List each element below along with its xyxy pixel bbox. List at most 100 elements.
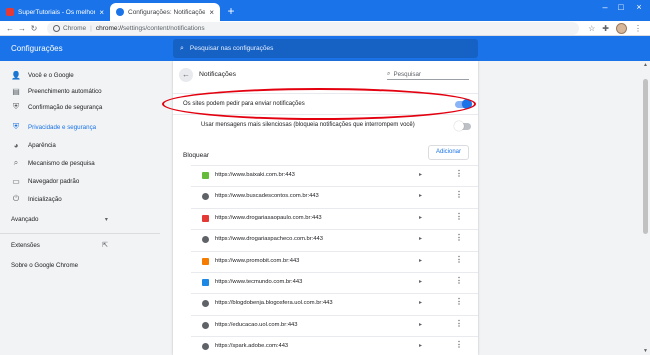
chevron-down-icon: ▾ (104, 216, 108, 223)
blocked-site-row[interactable]: https://www.buscadescontos.com.br:443 ▸ ⋮ (173, 186, 478, 207)
close-window-button[interactable]: × (632, 2, 646, 12)
sidebar-item-preenchimento[interactable]: ▤ Preenchimento automático (0, 83, 160, 99)
tab-configuracoes[interactable]: Configurações: Notificações × (110, 3, 220, 21)
sidebar-item-label: Confirmação de segurança (28, 103, 103, 111)
globe-icon (202, 193, 209, 201)
chevron-right-icon[interactable]: ▸ (419, 299, 422, 306)
extensions-puzzle-icon[interactable]: ✚ (602, 24, 609, 33)
sidebar-item-label: Navegador padrão (28, 177, 80, 185)
sidebar-item-label: Privacidade e segurança (28, 123, 97, 131)
more-actions-icon[interactable]: ⋮ (455, 255, 463, 265)
notifications-search-input[interactable]: ⌕ Pesquisar (387, 69, 469, 80)
more-actions-icon[interactable]: ⋮ (455, 190, 463, 200)
scrollbar-thumb[interactable] (643, 79, 648, 234)
quiet-messaging-toggle[interactable] (454, 121, 471, 131)
site-url: https://www.drogariaspacheco.com.br:443 (215, 236, 323, 243)
scrollbar[interactable]: ▲ ▼ (641, 61, 650, 355)
promobit-icon (202, 257, 209, 265)
sidebar-item-label: Inicialização (28, 195, 62, 203)
baixaki-icon (202, 172, 209, 179)
blocked-site-row[interactable]: https://spark.adobe.com:443 ▸ ⋮ (173, 336, 478, 355)
chevron-right-icon[interactable]: ▸ (419, 278, 422, 285)
search-placeholder: Pesquisar (393, 70, 421, 78)
more-actions-icon[interactable]: ⋮ (455, 319, 463, 329)
minimize-button[interactable]: – (598, 2, 612, 12)
url-path: settings/content/notifications (122, 25, 205, 32)
more-actions-icon[interactable]: ⋮ (455, 340, 463, 350)
notifications-card: ← Notificações ⌕ Pesquisar Os sites pode… (173, 61, 478, 355)
close-tab-icon[interactable]: × (99, 8, 104, 17)
section-title: Notificações (199, 71, 237, 78)
scroll-up-icon[interactable]: ▲ (642, 62, 649, 68)
sidebar-item-navegador-padrao[interactable]: ▭ Navegador padrão (0, 173, 160, 189)
forward-button[interactable]: → (16, 24, 28, 33)
back-arrow-button[interactable]: ← (179, 68, 193, 82)
profile-avatar[interactable] (616, 23, 627, 34)
blocked-site-row[interactable]: https://educacao.uol.com.br:443 ▸ ⋮ (173, 314, 478, 336)
globe-icon (202, 343, 209, 351)
chevron-right-icon[interactable]: ▸ (419, 192, 422, 199)
address-bar[interactable]: Chrome | chrome://settings/content/notif… (47, 22, 579, 35)
more-actions-icon[interactable]: ⋮ (455, 276, 463, 286)
more-actions-icon[interactable]: ⋮ (455, 297, 463, 307)
ask-to-send-row[interactable]: Os sites podem pedir para enviar notific… (173, 93, 478, 113)
site-url: https://spark.adobe.com:443 (215, 343, 289, 350)
title-bar: SuperTutoriais - Os melhores tuto × Conf… (0, 0, 650, 21)
add-button[interactable]: Adicionar (428, 145, 469, 160)
globe-icon (202, 321, 209, 329)
sidebar-item-aparencia[interactable]: ◕ Aparência (0, 137, 160, 153)
globe-icon (202, 236, 209, 244)
chevron-right-icon[interactable]: ▸ (419, 321, 422, 328)
close-tab-icon[interactable]: × (209, 8, 214, 17)
more-actions-icon[interactable]: ⋮ (455, 212, 463, 222)
more-actions-icon[interactable]: ⋮ (455, 169, 463, 179)
tab-supertutoriais[interactable]: SuperTutoriais - Os melhores tuto × (0, 3, 110, 21)
blocked-site-row[interactable]: https://blogdobenja.blogosfera.uol.com.b… (173, 293, 478, 314)
search-icon: ⌕ (180, 44, 184, 52)
ask-to-send-toggle[interactable] (455, 99, 472, 109)
chevron-right-icon[interactable]: ▸ (419, 171, 422, 178)
blocked-site-row[interactable]: https://www.baixaki.com.br:443 ▸ ⋮ (173, 165, 478, 186)
power-icon: ⏻ (12, 194, 20, 203)
sidebar-item-mecanismo-pesquisa[interactable]: ⌕ Mecanismo de pesquisa (0, 155, 160, 171)
chevron-right-icon[interactable]: ▸ (419, 214, 422, 221)
quiet-messaging-row[interactable]: Usar mensagens mais silenciosas (bloquei… (173, 114, 478, 134)
sidebar-sobre-chrome[interactable]: Sobre o Google Chrome (11, 262, 78, 269)
sidebar: 👤 Você e o Google ▤ Preenchimento automá… (0, 61, 160, 355)
sidebar-item-privacidade[interactable]: ⛨ Privacidade e segurança (0, 119, 160, 135)
sidebar-item-voce-e-o-google[interactable]: 👤 Você e o Google (0, 67, 160, 83)
sidebar-divider (0, 233, 160, 234)
search-icon: ⌕ (13, 158, 19, 167)
menu-icon[interactable]: ⋮ (634, 24, 642, 33)
scroll-down-icon[interactable]: ▼ (642, 348, 649, 354)
chevron-right-icon[interactable]: ▸ (419, 257, 422, 264)
sidebar-item-confirmacao-seguranca[interactable]: ⛨ Confirmação de segurança (0, 99, 160, 115)
sidebar-extensoes[interactable]: Extensões ⇱ (11, 242, 108, 249)
tecmundo-icon (202, 279, 209, 286)
sidebar-item-inicializacao[interactable]: ⏻ Inicialização (0, 191, 160, 207)
drogaria-icon (202, 214, 209, 222)
url-scheme: chrome:// (95, 25, 123, 32)
globe-icon (202, 300, 209, 308)
shield-check-icon: ⛨ (13, 102, 19, 111)
blocked-site-row[interactable]: https://www.promobit.com.br:443 ▸ ⋮ (173, 250, 478, 272)
chevron-right-icon[interactable]: ▸ (419, 235, 422, 242)
site-url: https://www.baixaki.com.br:443 (215, 172, 295, 178)
blocked-site-row[interactable]: https://www.tecmundo.com.br:443 ▸ ⋮ (173, 272, 478, 293)
quiet-messaging-label: Usar mensagens mais silenciosas (bloquei… (201, 122, 415, 128)
blocked-site-row[interactable]: https://www.drogariaspacheco.com.br:443 ▸… (173, 229, 478, 250)
sidebar-avancado[interactable]: Avançado ▾ (11, 216, 108, 223)
bookmark-star-icon[interactable]: ☆ (588, 24, 595, 33)
chevron-right-icon[interactable]: ▸ (419, 342, 422, 349)
maximize-button[interactable]: □ (614, 2, 628, 12)
browser-icon: ▭ (12, 176, 20, 186)
tab-title: Configurações: Notificações (128, 8, 206, 16)
blocked-site-row[interactable]: https://www.drogariasaopaulo.com.br:443 ▸… (173, 207, 478, 229)
new-tab-button[interactable]: + (224, 4, 238, 18)
back-button[interactable]: ← (4, 24, 16, 33)
settings-search-input[interactable]: ⌕ Pesquisar nas configurações (173, 39, 478, 58)
sidebar-item-label: Você e o Google (28, 71, 74, 79)
reload-button[interactable]: ↻ (28, 24, 40, 33)
page-title: Configurações (11, 44, 63, 53)
more-actions-icon[interactable]: ⋮ (455, 233, 463, 243)
